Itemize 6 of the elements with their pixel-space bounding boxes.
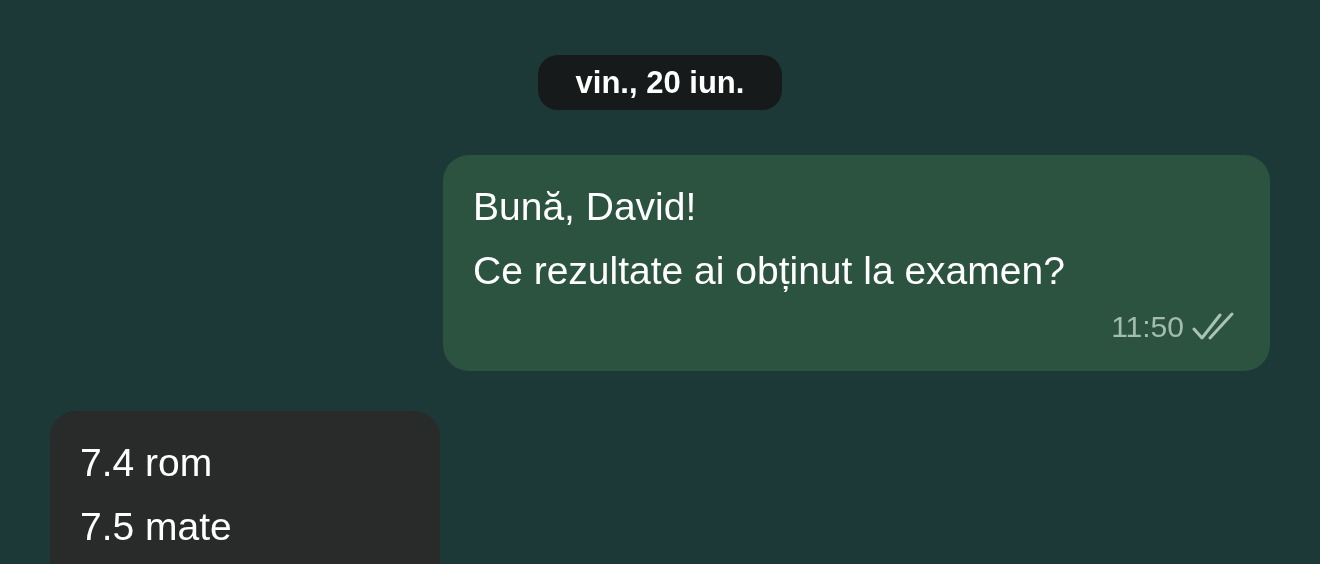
message-text: 7.4 rom: [80, 440, 214, 486]
message-text: Ce rezultate ai obținut la examen?: [473, 248, 1066, 294]
message-time: 11:50: [1111, 309, 1184, 345]
message-text: Bună, David!: [473, 184, 698, 230]
date-separator: vin., 20 iun.: [537, 55, 783, 110]
message-text: 7.5 mate: [80, 504, 233, 550]
